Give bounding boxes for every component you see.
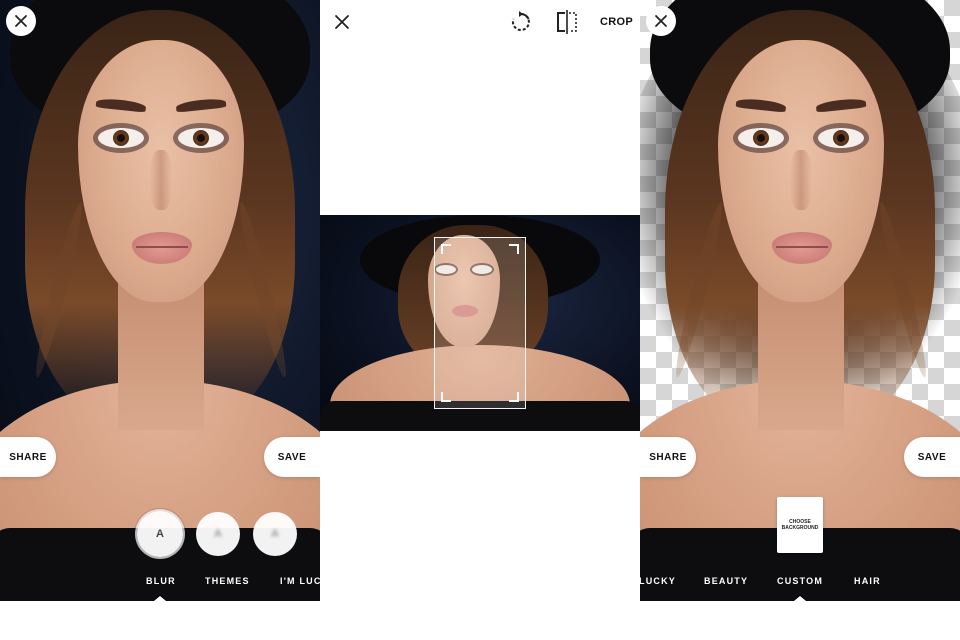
crop-preview-image — [320, 215, 640, 431]
tab-blur[interactable]: BLUR — [146, 576, 176, 586]
mode-tabs: LUCKY BEAUTY CUSTOM HAIR — [640, 576, 960, 592]
tab-beauty[interactable]: BEAUTY — [704, 576, 748, 586]
crop-toolbar: CROP — [320, 0, 640, 44]
mode-tabs: BLUR THEMES I'M LUC — [0, 576, 320, 592]
tab-im-lucky[interactable]: I'M LUC — [280, 576, 320, 586]
crop-button[interactable]: CROP — [600, 16, 633, 28]
close-icon — [15, 15, 27, 27]
crop-frame-handle[interactable] — [434, 237, 526, 409]
choose-background-label: CHOOSE BACKGROUND — [781, 519, 819, 531]
close-button[interactable] — [6, 6, 36, 36]
filter-strip: A A A — [0, 511, 320, 557]
tab-custom[interactable]: CUSTOM — [777, 576, 823, 586]
close-icon[interactable] — [332, 12, 352, 32]
tab-hair[interactable]: HAIR — [854, 576, 881, 586]
rotate-icon[interactable] — [510, 11, 532, 33]
filter-letter: A — [214, 528, 222, 540]
close-button[interactable] — [646, 6, 676, 36]
active-tab-indicator — [794, 596, 806, 601]
save-button[interactable]: SAVE — [264, 437, 320, 477]
tab-themes[interactable]: THEMES — [205, 576, 250, 586]
filter-letter: A — [156, 528, 164, 540]
share-button[interactable]: SHARE — [640, 437, 696, 477]
filter-option[interactable]: A — [253, 512, 297, 556]
flip-icon[interactable] — [556, 10, 578, 34]
blur-editor-panel: SHARE SAVE A A A BLUR THEMES I'M LUC — [0, 0, 320, 601]
active-tab-indicator — [154, 596, 166, 601]
close-icon — [655, 15, 667, 27]
filter-option[interactable]: A — [196, 512, 240, 556]
crop-editor-panel: CROP — [320, 0, 640, 601]
choose-background-button[interactable]: CHOOSE BACKGROUND — [777, 497, 823, 553]
tab-lucky[interactable]: LUCKY — [640, 576, 676, 586]
filter-option-selected[interactable]: A — [137, 511, 183, 557]
filter-letter: A — [271, 528, 279, 540]
share-button[interactable]: SHARE — [0, 437, 56, 477]
save-button[interactable]: SAVE — [904, 437, 960, 477]
background-editor-panel: SHARE SAVE CHOOSE BACKGROUND LUCKY BEAUT… — [640, 0, 960, 601]
